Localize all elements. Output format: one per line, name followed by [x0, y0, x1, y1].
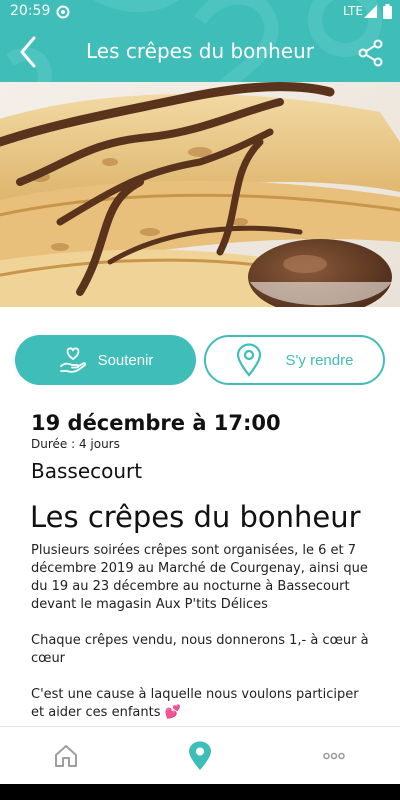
nav-home[interactable]: [36, 727, 96, 785]
event-title: Les crêpes du bonheur: [30, 500, 361, 534]
event-location: Bassecourt: [31, 459, 143, 483]
description-text: C'est une cause à laquelle nous voulons …: [31, 687, 359, 720]
share-button[interactable]: [352, 34, 390, 72]
event-date: 19 décembre à 17:00: [31, 411, 281, 435]
bottom-navigation: [0, 726, 400, 784]
header: 20:59 LTE Les crêpes du bonheur: [0, 0, 400, 82]
share-icon: [358, 39, 383, 67]
description-paragraph: Plusieurs soirées crêpes sont organisées…: [31, 543, 368, 612]
directions-button[interactable]: S'y rendre: [204, 335, 385, 385]
location-pin-icon: [236, 343, 261, 377]
app-bar: Les crêpes du bonheur: [0, 24, 400, 82]
status-time: 20:59: [10, 3, 51, 19]
sync-icon: [56, 5, 70, 19]
crepes-illustration: [0, 82, 400, 307]
support-label: Soutenir: [97, 351, 154, 369]
event-duration: Durée : 4 jours: [31, 437, 120, 451]
system-navigation-bar: [0, 784, 400, 800]
network-type: LTE: [343, 4, 363, 18]
battery-icon: [383, 4, 392, 19]
chevron-left-icon: [20, 36, 36, 68]
two-hearts-emoji: 💕: [164, 705, 181, 720]
nav-map[interactable]: [170, 727, 230, 785]
home-icon: [55, 745, 77, 767]
event-description: Plusieurs soirées crêpes sont organisées…: [31, 542, 371, 740]
signal-icon: [364, 5, 377, 18]
directions-label: S'y rendre: [285, 351, 354, 369]
description-paragraph: Chaque crêpes vendu, nous donnerons 1,- …: [31, 633, 369, 666]
more-icon: [323, 752, 345, 760]
app-title: Les crêpes du bonheur: [86, 39, 314, 63]
back-button[interactable]: [6, 30, 50, 74]
hand-heart-icon: [59, 347, 86, 373]
support-button[interactable]: Soutenir: [15, 335, 196, 385]
status-bar: 20:59 LTE: [0, 0, 400, 24]
nav-more[interactable]: [304, 727, 364, 785]
map-pin-icon: [189, 741, 211, 770]
event-photo: [0, 82, 400, 307]
description-paragraph: C'est une cause à laquelle nous voulons …: [31, 686, 371, 722]
